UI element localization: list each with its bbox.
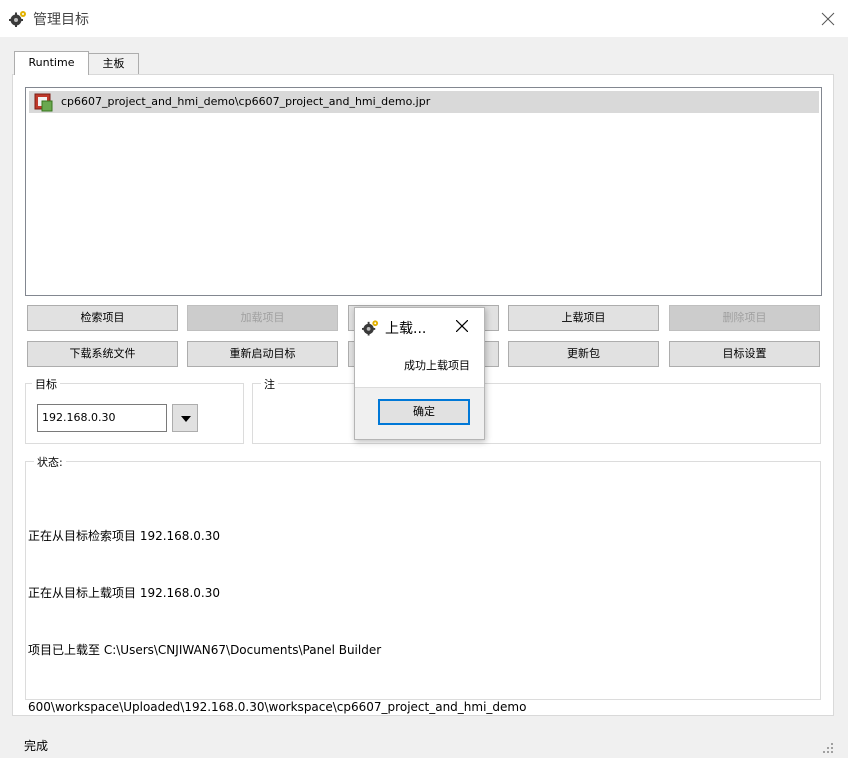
status-line: 600\workspace\Uploaded\192.168.0.30\work… [28, 700, 527, 714]
status-line: 项目已上载至 C:\Users\CNJIWAN67\Documents\Pane… [28, 643, 382, 657]
target-settings-button[interactable]: 目标设置 [669, 341, 820, 367]
chevron-down-icon [181, 416, 191, 422]
window-title: 管理目标 [33, 12, 89, 28]
status-bar-text: 完成 [24, 739, 49, 753]
close-icon[interactable] [820, 11, 836, 27]
dialog-title: 上载... [385, 321, 427, 337]
list-item[interactable]: cp6607_project_and_hmi_demo\cp6607_proje… [29, 91, 819, 113]
title-bar: 管理目标 [0, 0, 848, 37]
note-group: 注 [252, 376, 821, 444]
dialog-title-bar: 上载... [355, 308, 484, 344]
dialog-footer: 确定 [355, 387, 484, 439]
gear-icon [9, 11, 26, 27]
tab-runtime[interactable]: Runtime [14, 51, 89, 75]
gear-icon [362, 320, 379, 336]
note-group-caption: 注 [261, 376, 278, 392]
target-ip-field[interactable]: 192.168.0.30 [37, 404, 167, 432]
project-path-label: cp6607_project_and_hmi_demo\cp6607_proje… [61, 95, 431, 108]
status-line: 正在从目标检索项目 192.168.0.30 [28, 529, 220, 543]
resize-grip-icon[interactable] [823, 743, 833, 753]
update-package-button[interactable]: 更新包 [508, 341, 659, 367]
upload-project-button[interactable]: 上载项目 [508, 305, 659, 331]
load-project-button[interactable]: 加载项目 [187, 305, 338, 331]
download-system-files-button[interactable]: 下载系统文件 [27, 341, 178, 367]
delete-project-button[interactable]: 删除项目 [669, 305, 820, 331]
upload-success-dialog: 上载... 成功上载项目 确定 [354, 307, 485, 440]
dialog-message: 成功上载项目 [404, 359, 470, 372]
tab-mainboard[interactable]: 主板 [88, 53, 139, 75]
close-icon[interactable] [456, 320, 468, 332]
ok-button[interactable]: 确定 [378, 399, 470, 425]
target-dropdown-button[interactable] [172, 404, 198, 432]
status-log: 正在从目标检索项目 192.168.0.30 正在从目标上载项目 192.168… [28, 489, 818, 736]
status-group-caption: 状态: [34, 454, 66, 470]
project-list[interactable]: cp6607_project_and_hmi_demo\cp6607_proje… [25, 87, 822, 296]
restart-target-button[interactable]: 重新启动目标 [187, 341, 338, 367]
project-file-icon [34, 93, 53, 112]
target-group-caption: 目标 [32, 376, 60, 392]
retrieve-project-button[interactable]: 检索项目 [27, 305, 178, 331]
status-line: 正在从目标上载项目 192.168.0.30 [28, 586, 220, 600]
